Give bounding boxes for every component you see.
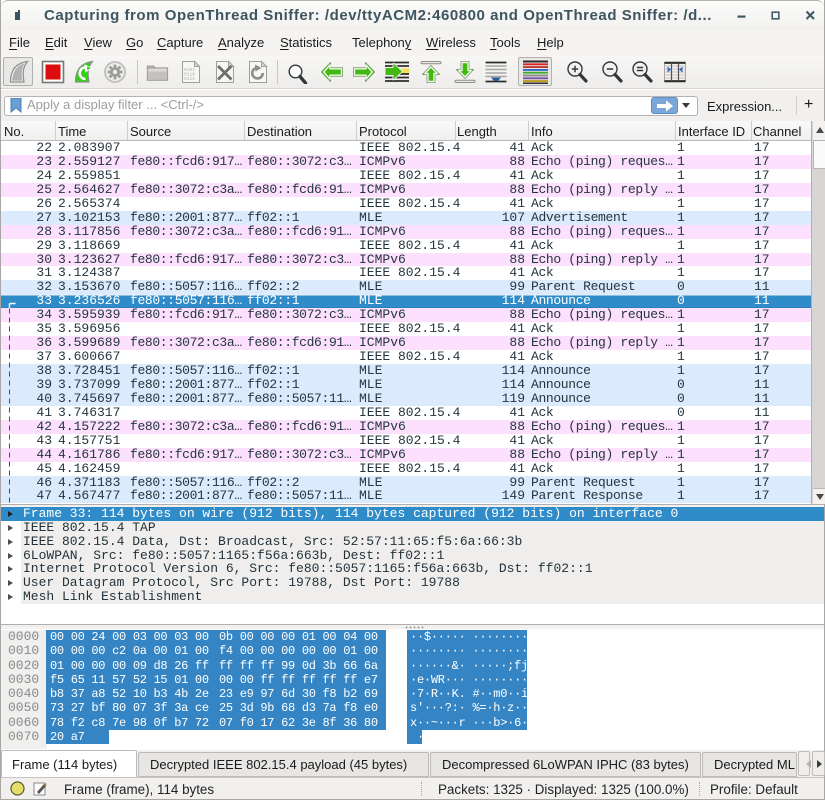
svg-text:0111: 0111 <box>184 76 195 82</box>
